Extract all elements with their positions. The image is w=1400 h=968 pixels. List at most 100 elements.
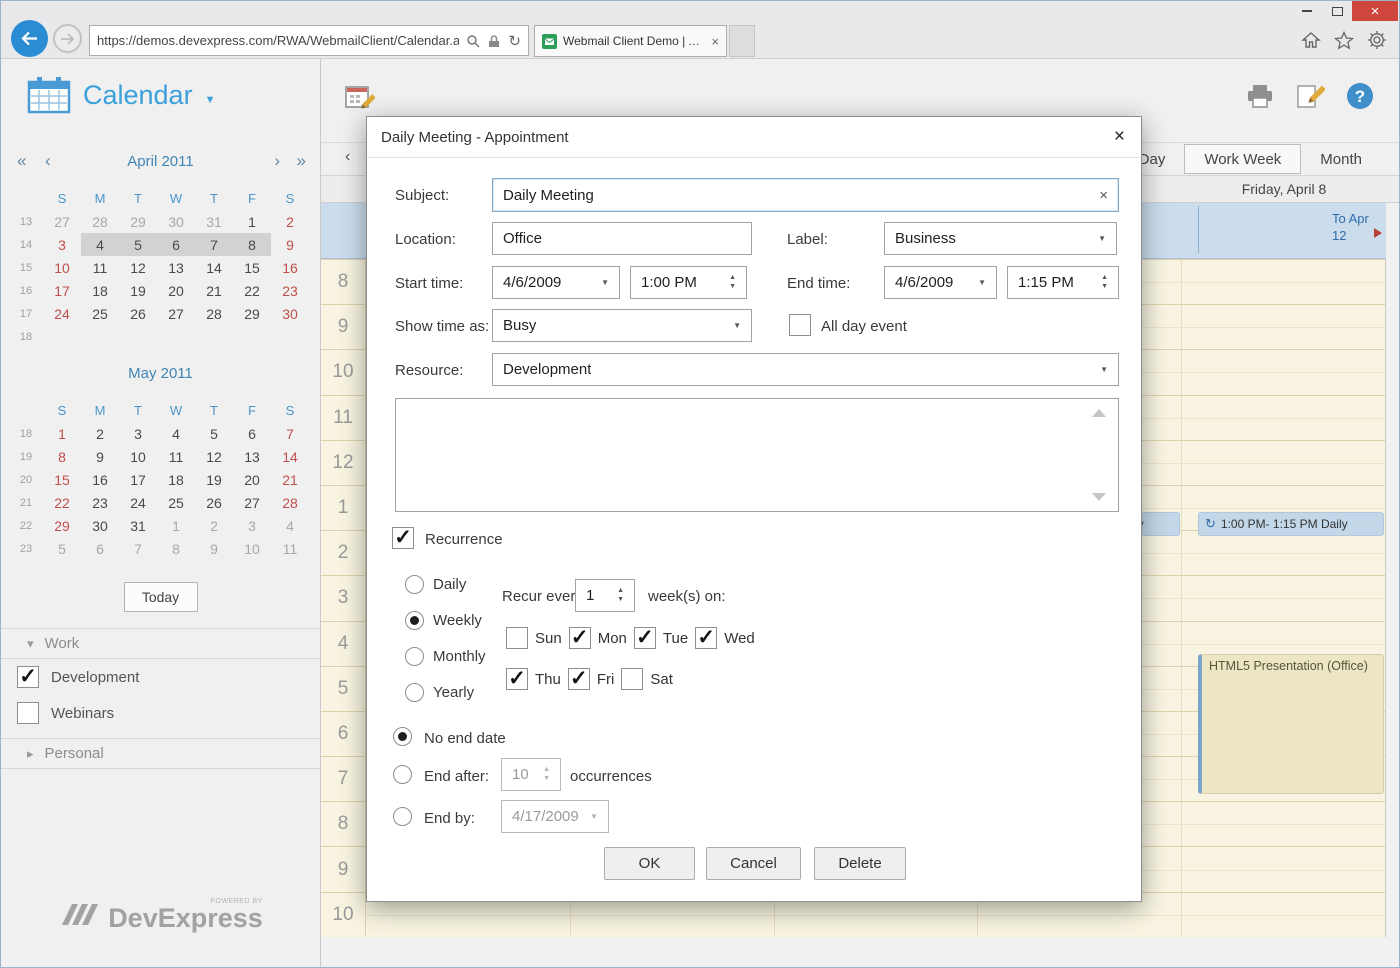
calendar-date-cell[interactable]: 28: [195, 302, 233, 325]
all-day-label[interactable]: All day event: [821, 318, 907, 336]
calendar-date-cell[interactable]: 6: [157, 233, 195, 256]
chevron-down-icon[interactable]: ▼: [205, 94, 216, 106]
calendar-date-cell[interactable]: 30: [157, 210, 195, 233]
calendar-date-cell[interactable]: 13: [157, 256, 195, 279]
calendar-date-cell[interactable]: 1: [157, 514, 195, 537]
label-dropdown[interactable]: Business ▼: [884, 222, 1117, 255]
resource-dropdown[interactable]: Development ▼: [492, 353, 1119, 386]
checkbox[interactable]: ✓: [568, 627, 591, 649]
recur-day-fri[interactable]: ✓ Fri: [567, 668, 614, 690]
appointment[interactable]: ↻ 1:00 PM- 1:15 PM Daily: [1198, 512, 1384, 536]
appointment[interactable]: HTML5 Presentation (Office): [1198, 654, 1384, 794]
calendar-date-cell[interactable]: 11: [157, 445, 195, 468]
calendar-date-cell[interactable]: 15: [233, 256, 271, 279]
dropdown-arrow-icon[interactable]: ▼: [1100, 365, 1108, 374]
calendar-date-cell[interactable]: 30: [271, 302, 309, 325]
calendar-date-cell[interactable]: 4: [157, 422, 195, 445]
help-icon[interactable]: ?: [1345, 81, 1375, 111]
calendar-date-cell[interactable]: 23: [81, 491, 119, 514]
calendar-date-cell[interactable]: 25: [157, 491, 195, 514]
calendar-date-cell[interactable]: 7: [195, 233, 233, 256]
address-bar[interactable]: https://demos.devexpress.com/RWA/Webmail…: [89, 25, 529, 56]
calendar-date-cell[interactable]: 21: [195, 279, 233, 302]
calendar-date-cell[interactable]: 27: [43, 210, 81, 233]
chevron-down-icon[interactable]: ▾: [27, 636, 34, 652]
calendar-date-cell[interactable]: 28: [81, 210, 119, 233]
calendar-date-cell[interactable]: 3: [233, 514, 271, 537]
group-personal[interactable]: ▸ Personal: [1, 738, 320, 769]
calendar-date-cell[interactable]: 28: [271, 491, 309, 514]
calendar-date-cell[interactable]: 26: [119, 302, 157, 325]
tab-month[interactable]: Month: [1301, 144, 1381, 174]
calendar-date-cell[interactable]: 18: [157, 468, 195, 491]
browser-tab[interactable]: Webmail Client Demo | ASP... ×: [534, 25, 727, 57]
recurrence-label[interactable]: Recurrence: [425, 531, 503, 549]
end-after-label[interactable]: End after:: [424, 768, 489, 786]
calendar-date-cell[interactable]: 4: [271, 514, 309, 537]
recurrence-pattern-radio-monthly[interactable]: [405, 647, 424, 666]
calendar-date-cell[interactable]: 10: [233, 537, 271, 560]
show-time-as-dropdown[interactable]: Busy ▼: [492, 309, 752, 342]
new-tab-button[interactable]: [729, 25, 755, 57]
print-icon[interactable]: [1245, 83, 1275, 110]
recurrence-pattern-label[interactable]: Monthly: [433, 648, 486, 666]
forward-button[interactable]: [53, 24, 82, 53]
scroll-up-icon[interactable]: [1092, 409, 1106, 417]
calendar-date-cell[interactable]: 1: [233, 210, 271, 233]
home-icon[interactable]: [1301, 31, 1321, 49]
calendar-date-cell[interactable]: 5: [43, 537, 81, 560]
checkbox[interactable]: ✓: [695, 627, 718, 649]
spin-down-icon[interactable]: ▼: [1101, 283, 1108, 290]
calendar-date-cell[interactable]: 5: [119, 233, 157, 256]
calendar-date-cell[interactable]: 17: [119, 468, 157, 491]
cancel-button[interactable]: Cancel: [706, 847, 801, 880]
calendar-date-cell[interactable]: 16: [81, 468, 119, 491]
ok-button[interactable]: OK: [604, 847, 695, 880]
calendar-list-item-development[interactable]: ✓ Development: [1, 659, 320, 695]
settings-gear-icon[interactable]: [1367, 30, 1387, 50]
favorites-star-icon[interactable]: [1334, 30, 1354, 50]
recurrence-pattern-label[interactable]: Daily: [433, 576, 466, 594]
calendar-date-cell[interactable]: 11: [81, 256, 119, 279]
calendar-date-cell[interactable]: 23: [271, 279, 309, 302]
calendar-list-item-webinars[interactable]: Webinars: [1, 695, 320, 731]
recurrence-pattern-radio-weekly[interactable]: [405, 611, 424, 630]
next-month-button[interactable]: ›: [274, 148, 280, 174]
checkbox[interactable]: [621, 668, 644, 690]
spin-up-icon[interactable]: ▲: [729, 274, 736, 281]
recurrence-pattern-radio-daily[interactable]: [405, 575, 424, 594]
calendar-date-cell[interactable]: 15: [43, 468, 81, 491]
tab-close-icon[interactable]: ×: [711, 34, 719, 49]
calendar-date-cell[interactable]: 2: [195, 514, 233, 537]
end-by-radio[interactable]: [393, 807, 412, 826]
calendar-date-cell[interactable]: 19: [195, 468, 233, 491]
recur-day-mon[interactable]: ✓ Mon: [568, 627, 627, 649]
calendar-date-cell[interactable]: 20: [233, 468, 271, 491]
recurrence-pattern-label[interactable]: Weekly: [433, 612, 482, 630]
calendar-date-cell[interactable]: 29: [233, 302, 271, 325]
calendar-date-cell[interactable]: 17: [43, 279, 81, 302]
delete-button[interactable]: Delete: [814, 847, 906, 880]
calendar-date-cell[interactable]: 29: [43, 514, 81, 537]
clear-icon[interactable]: ×: [1099, 187, 1108, 204]
calendar-date-cell[interactable]: 20: [157, 279, 195, 302]
back-button[interactable]: [11, 20, 48, 57]
calendar-date-cell[interactable]: 3: [43, 233, 81, 256]
calendar-date-cell[interactable]: 26: [195, 491, 233, 514]
calendar-date-cell[interactable]: 3: [119, 422, 157, 445]
calendar-date-cell[interactable]: 9: [195, 537, 233, 560]
spin-down-icon[interactable]: ▼: [543, 775, 550, 782]
checkbox[interactable]: [17, 702, 39, 724]
calendar-date-cell[interactable]: 1: [43, 422, 81, 445]
end-time-spinner[interactable]: 1:15 PM ▲ ▼: [1007, 266, 1119, 299]
prev-year-button[interactable]: «: [17, 148, 26, 174]
calendar-date-cell[interactable]: 31: [119, 514, 157, 537]
recur-day-thu[interactable]: ✓ Thu: [506, 668, 561, 690]
calendar-date-cell[interactable]: 2: [271, 210, 309, 233]
location-input[interactable]: Office: [492, 222, 752, 255]
end-by-dropdown[interactable]: 4/17/2009 ▼: [501, 800, 609, 833]
spin-down-icon[interactable]: ▼: [617, 596, 624, 603]
calendar-date-cell[interactable]: 7: [119, 537, 157, 560]
recurrence-pattern-radio-yearly[interactable]: [405, 683, 424, 702]
calendar-date-cell[interactable]: 4: [81, 233, 119, 256]
